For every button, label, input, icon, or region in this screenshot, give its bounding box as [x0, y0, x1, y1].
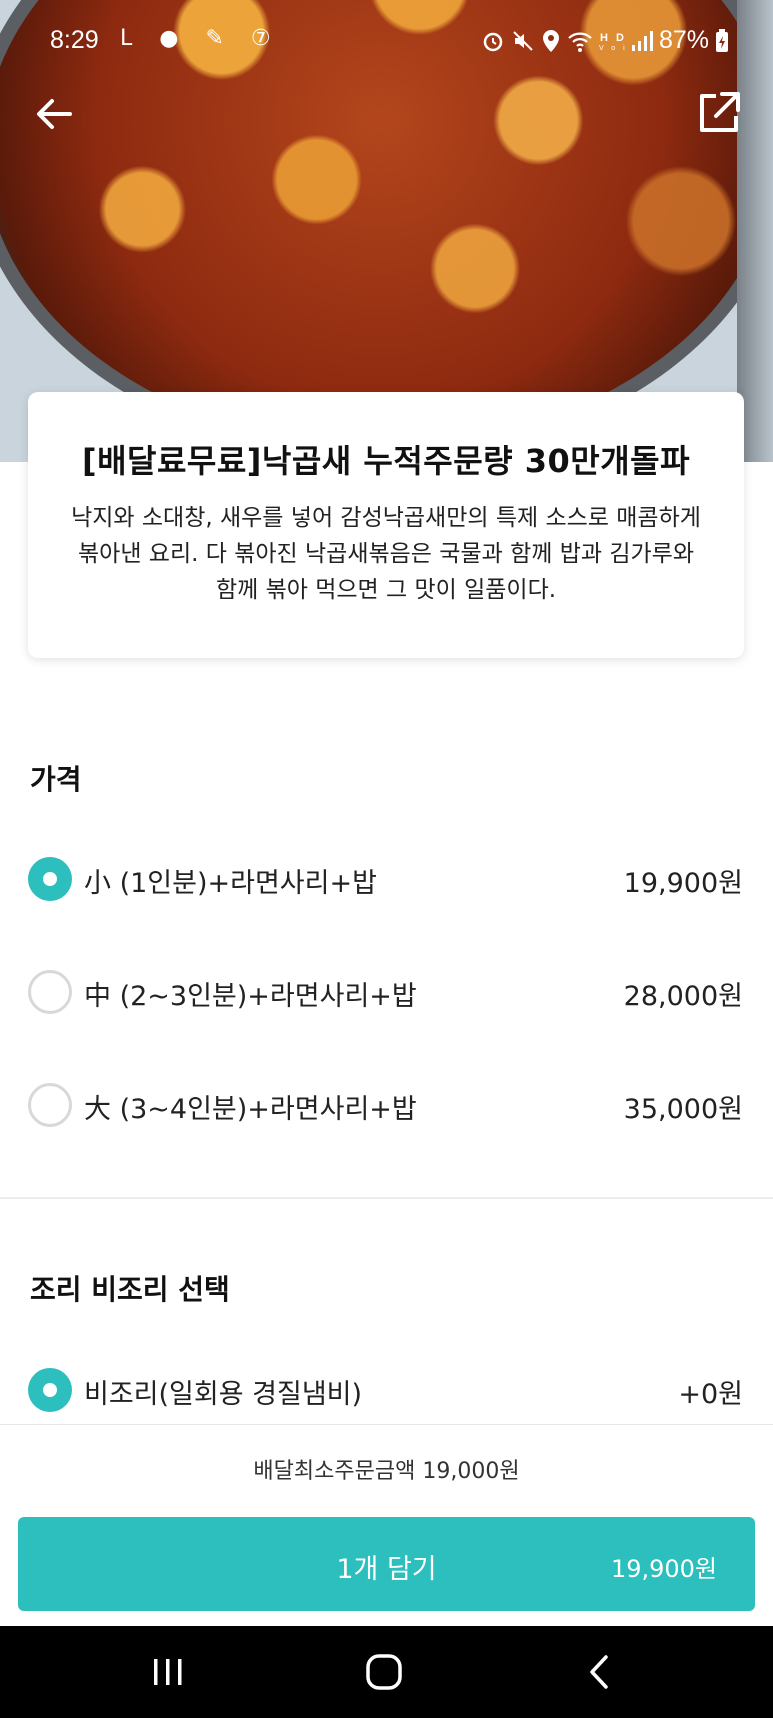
option-price: 19,900원 [623, 868, 743, 899]
price-section-title: 가격 [30, 763, 82, 796]
mute-icon [513, 30, 533, 51]
notification-icons: L ● ✎ ⑦ [120, 26, 281, 51]
order-footer: 배달최소주문금액 19,000원 1개 담기 19,900원 [0, 1424, 773, 1626]
option-price: +0원 [678, 1379, 743, 1410]
share-button[interactable] [694, 88, 744, 138]
food-photo [0, 0, 773, 460]
recent-apps-icon [154, 1659, 182, 1685]
cooking-section-title: 조리 비조리 선택 [30, 1273, 230, 1306]
battery-icon [716, 28, 728, 52]
option-label: 中 (2~3인분)+라면사리+밥 [84, 981, 417, 1012]
notification-icon-l: L [120, 26, 143, 51]
option-price: 35,000원 [623, 1094, 743, 1125]
option-price: 28,000원 [623, 981, 743, 1012]
section-divider [0, 1197, 773, 1199]
system-back-button[interactable] [570, 1650, 630, 1694]
back-button[interactable] [30, 90, 78, 138]
alarm-icon [483, 32, 503, 51]
system-icons: HDVoice 87% [481, 26, 729, 55]
photo-background [737, 0, 773, 462]
option-label: 小 (1인분)+라면사리+밥 [84, 868, 377, 899]
recent-apps-button[interactable] [138, 1650, 198, 1694]
menu-info-card: [배달료무료]낙곱새 누적주문량 30만개돌파 낙지와 소대창, 새우를 넣어 … [28, 392, 744, 658]
signal-icon [631, 30, 653, 51]
arrow-left-icon [37, 99, 72, 129]
location-icon [542, 29, 559, 52]
status-bar: 8:29 L ● ✎ ⑦ HDVoice 87% [0, 22, 773, 62]
hd-voice-icon: HDVoice [599, 32, 625, 52]
share-external-icon [700, 92, 740, 132]
home-icon [366, 1654, 402, 1690]
radio-button[interactable] [28, 1083, 72, 1127]
battery-level: 87% [658, 26, 709, 54]
notification-icon-dot: ● [159, 26, 189, 51]
minimum-order-amount: 배달최소주문금액 19,000원 [253, 1459, 520, 1484]
menu-description: 낙지와 소대창, 새우를 넣어 감성낙곱새만의 특제 소스로 매콤하게 볶아낸 … [71, 505, 701, 603]
system-navigation-bar [0, 1626, 773, 1718]
price-option-small[interactable]: 小 (1인분)+라면사리+밥 19,900원 [0, 847, 773, 911]
radio-button-selected[interactable] [28, 857, 72, 901]
option-label: 大 (3~4인분)+라면사리+밥 [84, 1094, 417, 1125]
back-icon [590, 1655, 608, 1689]
option-label: 비조리(일회용 경질냄비) [84, 1379, 363, 1410]
price-option-medium[interactable]: 中 (2~3인분)+라면사리+밥 28,000원 [0, 960, 773, 1024]
home-button[interactable] [354, 1650, 414, 1694]
cooking-option-uncooked[interactable]: 비조리(일회용 경질냄비) +0원 [0, 1358, 773, 1422]
svg-text:HD: HD [600, 32, 625, 44]
menu-title: [배달료무료]낙곱새 누적주문량 30만개돌파 [81, 442, 691, 480]
notification-icon-pen: ✎ [205, 26, 234, 51]
price-option-large[interactable]: 大 (3~4인분)+라면사리+밥 35,000원 [0, 1073, 773, 1137]
wifi-icon [568, 32, 592, 52]
radio-button-selected[interactable] [28, 1368, 72, 1412]
svg-text:Voice: Voice [599, 45, 625, 52]
notification-icon-count: ⑦ [250, 26, 281, 51]
add-to-cart-button[interactable]: 1개 담기 19,900원 [18, 1517, 755, 1611]
radio-button[interactable] [28, 970, 72, 1014]
cart-button-price: 19,900원 [610, 1555, 717, 1583]
status-time: 8:29 [50, 26, 99, 54]
